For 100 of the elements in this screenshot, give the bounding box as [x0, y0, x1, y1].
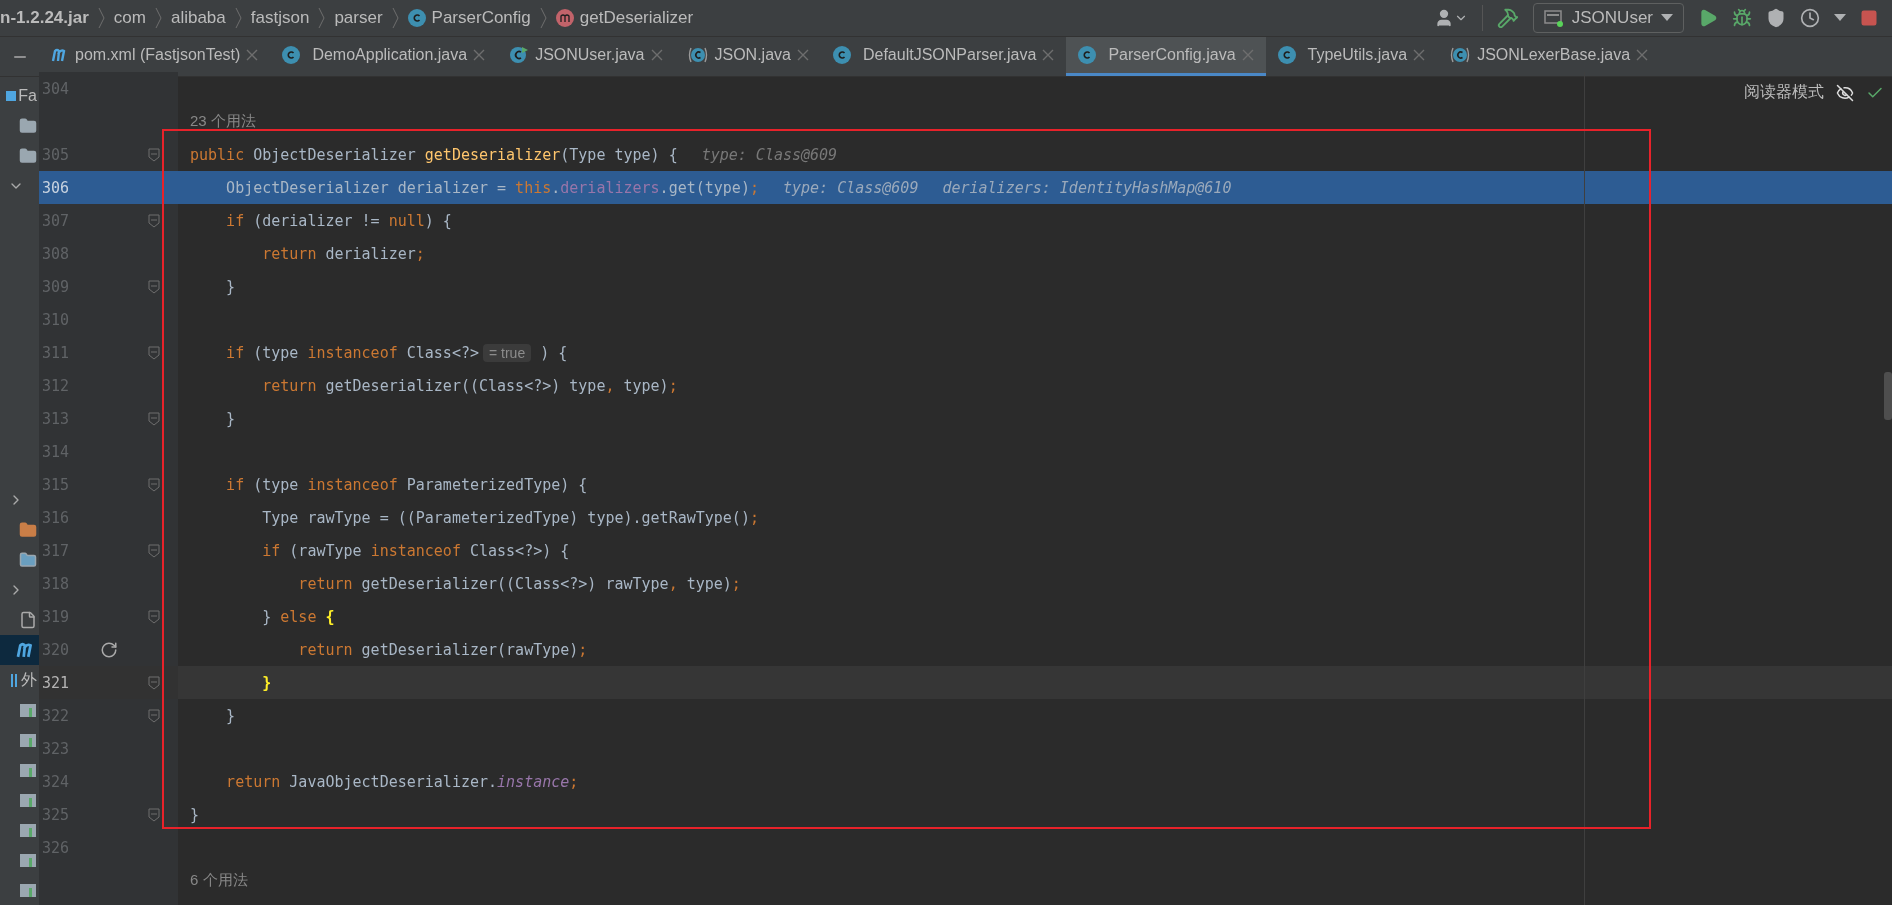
close-icon[interactable]: [246, 49, 259, 61]
fold-icon[interactable]: [148, 411, 160, 426]
class-icon: [832, 46, 851, 64]
code-text: if (derializer != null) {: [225, 211, 452, 230]
code-text: if (type instanceof Class<?>: [225, 343, 479, 362]
library-icon[interactable]: [19, 822, 37, 838]
coverage-icon[interactable]: [1766, 8, 1786, 28]
stop-icon[interactable]: [1860, 9, 1878, 27]
code-text: }: [225, 706, 236, 725]
fold-icon[interactable]: [148, 147, 160, 162]
fold-icon[interactable]: [148, 609, 160, 624]
method-icon: [555, 9, 574, 27]
project-name[interactable]: Fa: [18, 87, 37, 105]
editor-tab[interactable]: pom.xml (FastjsonTest): [39, 37, 271, 76]
module-icon: [6, 91, 17, 101]
build-icon[interactable]: [1496, 7, 1519, 29]
reader-mode-button[interactable]: 阅读器模式: [1744, 82, 1824, 103]
folder-icon[interactable]: [19, 147, 37, 165]
code-text: } else {: [261, 607, 335, 626]
class-icon: [282, 46, 301, 64]
breadcrumb[interactable]: com: [113, 8, 146, 28]
application-icon: [1543, 9, 1564, 27]
code-text: return derializer;: [261, 244, 425, 263]
breadcrumb[interactable]: n-1.2.24.jar: [0, 8, 89, 28]
run-icon[interactable]: [1698, 8, 1718, 28]
libraries-icon: [11, 672, 19, 688]
code-text: return getDeserializer((Class<?>) type, type);: [261, 376, 678, 395]
close-icon[interactable]: [1413, 49, 1426, 61]
caret-icon: [1661, 14, 1673, 22]
usages-hint[interactable]: 6 个用法: [190, 871, 248, 890]
code-text: return JavaObjectDeserializer.instance;: [225, 772, 579, 791]
tree-item[interactable]: 外: [21, 669, 37, 691]
library-icon[interactable]: [19, 882, 37, 898]
eye-off-icon[interactable]: [1836, 83, 1854, 102]
web-folder-icon[interactable]: [19, 551, 37, 569]
editor-tab[interactable]: JSON.java: [674, 37, 821, 76]
code-text: if (rawType instanceof Class<?>) {: [261, 541, 570, 560]
fold-icon[interactable]: [148, 708, 160, 723]
class-icon: [407, 9, 426, 27]
close-icon[interactable]: [796, 49, 809, 61]
folder-icon[interactable]: [19, 521, 37, 539]
code-text: ObjectDeserializer derializer = this.derializers.get(type);: [225, 178, 759, 197]
run-configuration-dropdown[interactable]: JSONUser: [1532, 3, 1684, 33]
class-icon: [1078, 46, 1097, 64]
breadcrumb[interactable]: getDeserializer: [579, 8, 694, 28]
chevron-separator-icon: [97, 7, 105, 29]
usages-hint[interactable]: 23 个用法: [190, 112, 256, 131]
scrollbar-thumb[interactable]: [1884, 372, 1892, 420]
debug-value-hint: type: Class@609: [782, 178, 919, 197]
line-number: 321: [42, 673, 71, 692]
runnable-class-icon: [509, 45, 530, 65]
code-text: }: [190, 805, 200, 824]
fold-icon[interactable]: [148, 213, 160, 228]
breadcrumb[interactable]: fastjson: [250, 8, 310, 28]
code-text: if (type instanceof ParameterizedType) {: [225, 475, 588, 494]
file-icon[interactable]: [19, 611, 37, 629]
editor-tab[interactable]: DefaultJSONParser.java: [820, 37, 1067, 76]
fold-icon[interactable]: [148, 345, 160, 360]
fold-icon[interactable]: [148, 675, 160, 690]
folder-icon[interactable]: [19, 117, 37, 135]
editor-tab[interactable]: DemoApplication.java: [270, 37, 498, 76]
code-text: }: [225, 409, 236, 428]
rerun-frame-icon[interactable]: [100, 640, 118, 659]
class-icon: [1277, 46, 1296, 64]
breadcrumb[interactable]: parser: [334, 8, 383, 28]
debug-icon[interactable]: [1732, 8, 1752, 28]
debug-value-hint: type: Class@609: [701, 145, 838, 164]
library-icon[interactable]: [19, 732, 37, 748]
close-icon[interactable]: [473, 49, 486, 61]
close-icon[interactable]: [650, 49, 663, 61]
fold-icon[interactable]: [148, 807, 160, 822]
close-icon[interactable]: [1636, 49, 1649, 61]
caret-icon[interactable]: [1834, 14, 1846, 22]
breadcrumb[interactable]: alibaba: [170, 8, 226, 28]
code-text: }: [225, 277, 236, 296]
editor-tab[interactable]: TypeUtils.java: [1265, 37, 1438, 76]
editor-tab[interactable]: JSONLexerBase.java: [1437, 37, 1661, 76]
fold-icon[interactable]: [148, 477, 160, 492]
code-text: return getDeserializer(rawType);: [297, 640, 588, 659]
code-text: }: [261, 673, 272, 692]
chevron-separator-icon: [154, 7, 162, 29]
chevron-separator-icon: [318, 7, 326, 29]
library-icon[interactable]: [19, 792, 37, 808]
chevron-separator-icon: [539, 7, 547, 29]
editor-tab[interactable]: ParserConfig.java: [1066, 37, 1266, 76]
library-icon[interactable]: [19, 762, 37, 778]
breadcrumb[interactable]: ParserConfig: [431, 8, 531, 28]
library-icon[interactable]: [19, 852, 37, 868]
library-icon[interactable]: [19, 702, 37, 718]
code-text: Type rawType = ((ParameterizedType) type).getRawType();: [261, 508, 759, 527]
chevron-separator-icon: [234, 7, 242, 29]
library-class-icon: [1449, 45, 1472, 65]
close-icon[interactable]: [1042, 49, 1055, 61]
profile-icon[interactable]: [1800, 8, 1820, 28]
line-number: 306: [42, 178, 71, 197]
fold-icon[interactable]: [148, 279, 160, 294]
chevron-separator-icon: [391, 7, 399, 29]
fold-icon[interactable]: [148, 543, 160, 558]
code-text: return getDeserializer((Class<?>) rawType, type);: [297, 574, 741, 593]
editor-tab[interactable]: JSONUser.java: [497, 37, 675, 76]
